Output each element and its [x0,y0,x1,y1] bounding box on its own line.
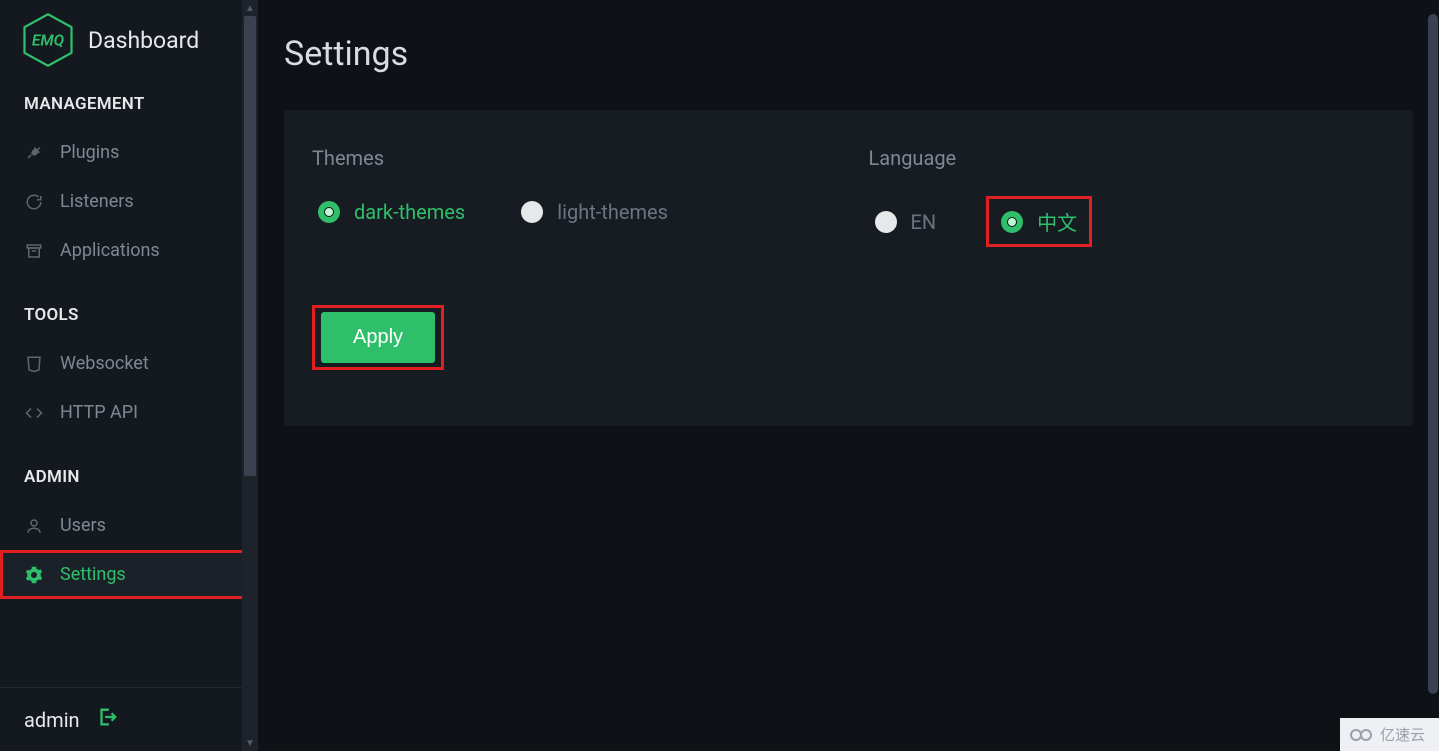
radio-label: light-themes [557,200,668,224]
radio-language-en[interactable]: EN [869,206,943,238]
user-row: admin [0,687,258,751]
themes-field: Themes dark-themes light-themes [312,146,829,247]
gear-icon [24,565,44,585]
plug-icon [24,143,44,163]
settings-card: Themes dark-themes light-themes Language [284,110,1413,426]
brand: EMQ Dashboard [0,0,258,86]
sidebar-section-tools: TOOLS [0,297,258,339]
themes-label: Themes [312,146,829,170]
radio-icon [1001,211,1023,233]
refresh-icon [24,192,44,212]
sidebar-item-listeners[interactable]: Listeners [0,177,258,226]
scrollbar-thumb[interactable] [244,16,256,476]
watermark-icon [1350,728,1372,742]
language-label: Language [869,146,1386,170]
radio-light-themes[interactable]: light-themes [515,196,674,228]
radio-icon [875,211,897,233]
radio-language-zh[interactable]: 中文 [995,203,1083,240]
radio-icon [318,201,340,223]
sidebar-item-settings[interactable]: Settings [0,550,258,599]
sidebar-item-label: Users [60,515,106,536]
radio-label: 中文 [1037,207,1077,236]
main-content: Settings Themes dark-themes light-themes [258,0,1439,751]
user-icon [24,516,44,536]
radio-label: dark-themes [354,200,465,224]
scroll-up-icon[interactable]: ▲ [242,0,258,16]
logout-icon[interactable] [96,706,118,733]
sidebar-section-admin: ADMIN [0,459,258,501]
svg-text:EMQ: EMQ [32,31,65,50]
watermark: 亿速云 [1340,718,1439,751]
user-name: admin [24,708,80,732]
sidebar: EMQ Dashboard MANAGEMENT Plugins Listene… [0,0,258,751]
radio-label: EN [911,210,937,234]
main-scrollbar[interactable] [1427,0,1439,751]
scroll-down-icon[interactable]: ▼ [242,735,258,751]
archive-icon [24,241,44,261]
apply-button[interactable]: Apply [321,312,435,363]
hexagon-logo-icon: EMQ [20,12,76,68]
sidebar-item-plugins[interactable]: Plugins [0,128,258,177]
radio-dark-themes[interactable]: dark-themes [312,196,471,228]
sidebar-item-label: Applications [60,240,160,261]
sidebar-item-websocket[interactable]: Websocket [0,339,258,388]
sidebar-section-management: MANAGEMENT [0,86,258,128]
sidebar-item-label: Plugins [60,142,119,163]
sidebar-item-label: Listeners [60,191,134,212]
sidebar-item-users[interactable]: Users [0,501,258,550]
highlight-box: Apply [312,305,444,370]
scrollbar-thumb[interactable] [1428,14,1438,694]
sidebar-scrollbar[interactable]: ▲ ▼ [242,0,258,751]
sidebar-item-http-api[interactable]: HTTP API [0,388,258,437]
sidebar-item-applications[interactable]: Applications [0,226,258,275]
code-icon [24,403,44,423]
watermark-text: 亿速云 [1380,724,1425,745]
sidebar-item-label: Settings [60,564,126,585]
language-field: Language EN 中文 [869,146,1386,247]
radio-icon [521,201,543,223]
sidebar-item-label: HTTP API [60,402,138,423]
brand-title: Dashboard [88,27,199,54]
highlight-box: 中文 [986,196,1092,247]
html5-icon [24,354,44,374]
page-title: Settings [284,34,1413,74]
sidebar-item-label: Websocket [60,353,149,374]
